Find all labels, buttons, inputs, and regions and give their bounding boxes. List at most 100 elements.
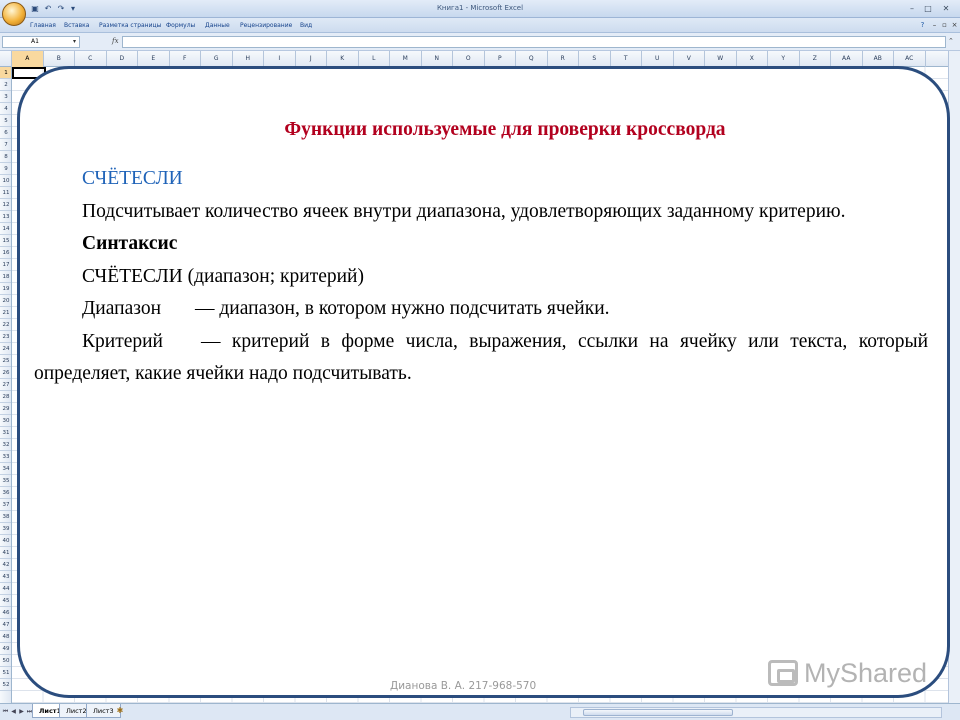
row-header-12[interactable]: 12 — [0, 199, 11, 211]
row-header-3[interactable]: 3 — [0, 91, 11, 103]
column-header-z[interactable]: Z — [800, 51, 831, 67]
insert-sheet-icon[interactable]: ✱ — [114, 705, 126, 717]
row-header-20[interactable]: 20 — [0, 295, 11, 307]
name-box[interactable]: A1 ▾ — [2, 36, 80, 48]
row-header-18[interactable]: 18 — [0, 271, 11, 283]
column-header-c[interactable]: C — [75, 51, 107, 67]
column-header-x[interactable]: X — [737, 51, 768, 67]
tab-home[interactable]: Главная — [30, 22, 56, 29]
row-header-32[interactable]: 32 — [0, 439, 11, 451]
minimize-icon[interactable]: – — [906, 3, 918, 14]
row-header-16[interactable]: 16 — [0, 247, 11, 259]
row-header-25[interactable]: 25 — [0, 355, 11, 367]
row-header-30[interactable]: 30 — [0, 415, 11, 427]
column-header-q[interactable]: Q — [516, 51, 548, 67]
maximize-icon[interactable]: □ — [922, 3, 934, 14]
column-header-i[interactable]: I — [264, 51, 296, 67]
prev-sheet-icon[interactable]: ◀ — [10, 707, 17, 716]
row-header-14[interactable]: 14 — [0, 223, 11, 235]
row-header-21[interactable]: 21 — [0, 307, 11, 319]
column-header-y[interactable]: Y — [768, 51, 800, 67]
row-header-17[interactable]: 17 — [0, 259, 11, 271]
column-header-e[interactable]: E — [138, 51, 170, 67]
row-header-42[interactable]: 42 — [0, 559, 11, 571]
row-header-8[interactable]: 8 — [0, 151, 11, 163]
tab-formulas[interactable]: Формулы — [166, 22, 195, 29]
row-header-33[interactable]: 33 — [0, 451, 11, 463]
row-header-49[interactable]: 49 — [0, 643, 11, 655]
row-header-22[interactable]: 22 — [0, 319, 11, 331]
column-header-h[interactable]: H — [233, 51, 264, 67]
formula-input[interactable] — [122, 36, 946, 48]
column-header-d[interactable]: D — [107, 51, 138, 67]
tab-data[interactable]: Данные — [205, 22, 230, 29]
row-header-27[interactable]: 27 — [0, 379, 11, 391]
column-header-r[interactable]: R — [548, 51, 579, 67]
column-header-ab[interactable]: AB — [863, 51, 894, 67]
row-header-44[interactable]: 44 — [0, 583, 11, 595]
row-header-34[interactable]: 34 — [0, 463, 11, 475]
column-header-k[interactable]: K — [327, 51, 359, 67]
expand-formula-bar-icon[interactable]: ⌃ — [948, 37, 954, 45]
column-header-v[interactable]: V — [674, 51, 705, 67]
row-header-43[interactable]: 43 — [0, 571, 11, 583]
row-header-31[interactable]: 31 — [0, 427, 11, 439]
horizontal-scroll-thumb[interactable] — [583, 709, 733, 716]
row-header-40[interactable]: 40 — [0, 535, 11, 547]
row-header-13[interactable]: 13 — [0, 211, 11, 223]
tab-page-layout[interactable]: Разметка страницы — [99, 22, 161, 29]
column-header-aa[interactable]: AA — [831, 51, 863, 67]
tab-review[interactable]: Рецензирование — [240, 22, 292, 29]
row-header-37[interactable]: 37 — [0, 499, 11, 511]
ribbon-minimize-icon[interactable]: – — [930, 21, 939, 30]
row-header-23[interactable]: 23 — [0, 331, 11, 343]
row-header-46[interactable]: 46 — [0, 607, 11, 619]
row-header-10[interactable]: 10 — [0, 175, 11, 187]
row-header-36[interactable]: 36 — [0, 487, 11, 499]
row-header-45[interactable]: 45 — [0, 595, 11, 607]
row-header-19[interactable]: 19 — [0, 283, 11, 295]
help-icon[interactable]: ? — [918, 21, 927, 30]
row-header-11[interactable]: 11 — [0, 187, 11, 199]
row-header-50[interactable]: 50 — [0, 655, 11, 667]
column-header-t[interactable]: T — [611, 51, 642, 67]
row-header-29[interactable]: 29 — [0, 403, 11, 415]
row-header-15[interactable]: 15 — [0, 235, 11, 247]
office-button[interactable] — [2, 2, 26, 26]
row-header-5[interactable]: 5 — [0, 115, 11, 127]
column-header-p[interactable]: P — [485, 51, 516, 67]
column-header-ac[interactable]: AC — [894, 51, 926, 67]
row-header-28[interactable]: 28 — [0, 391, 11, 403]
row-header-47[interactable]: 47 — [0, 619, 11, 631]
row-header-26[interactable]: 26 — [0, 367, 11, 379]
column-header-u[interactable]: U — [642, 51, 674, 67]
column-header-m[interactable]: M — [390, 51, 422, 67]
column-header-j[interactable]: J — [296, 51, 327, 67]
row-header-35[interactable]: 35 — [0, 475, 11, 487]
column-header-g[interactable]: G — [201, 51, 233, 67]
column-header-b[interactable]: B — [44, 51, 75, 67]
column-header-f[interactable]: F — [170, 51, 201, 67]
column-header-n[interactable]: N — [422, 51, 453, 67]
row-header-52[interactable]: 52 — [0, 679, 11, 691]
row-header-2[interactable]: 2 — [0, 79, 11, 91]
row-header-1[interactable]: 1 — [0, 67, 11, 79]
insert-function-button[interactable]: fx — [112, 37, 119, 45]
select-all-corner[interactable] — [0, 51, 12, 67]
column-header-w[interactable]: W — [705, 51, 737, 67]
close-icon[interactable]: ✕ — [940, 3, 952, 14]
chevron-down-icon[interactable]: ▾ — [73, 37, 76, 47]
row-header-41[interactable]: 41 — [0, 547, 11, 559]
row-header-4[interactable]: 4 — [0, 103, 11, 115]
first-sheet-icon[interactable]: ⏮ — [2, 707, 9, 716]
row-header-39[interactable]: 39 — [0, 523, 11, 535]
row-header-38[interactable]: 38 — [0, 511, 11, 523]
next-sheet-icon[interactable]: ▶ — [18, 707, 25, 716]
column-header-l[interactable]: L — [359, 51, 390, 67]
horizontal-scrollbar[interactable] — [570, 707, 942, 718]
row-header-7[interactable]: 7 — [0, 139, 11, 151]
row-header-24[interactable]: 24 — [0, 343, 11, 355]
ribbon-close-icon[interactable]: × — [950, 21, 959, 30]
row-header-51[interactable]: 51 — [0, 667, 11, 679]
row-header-9[interactable]: 9 — [0, 163, 11, 175]
